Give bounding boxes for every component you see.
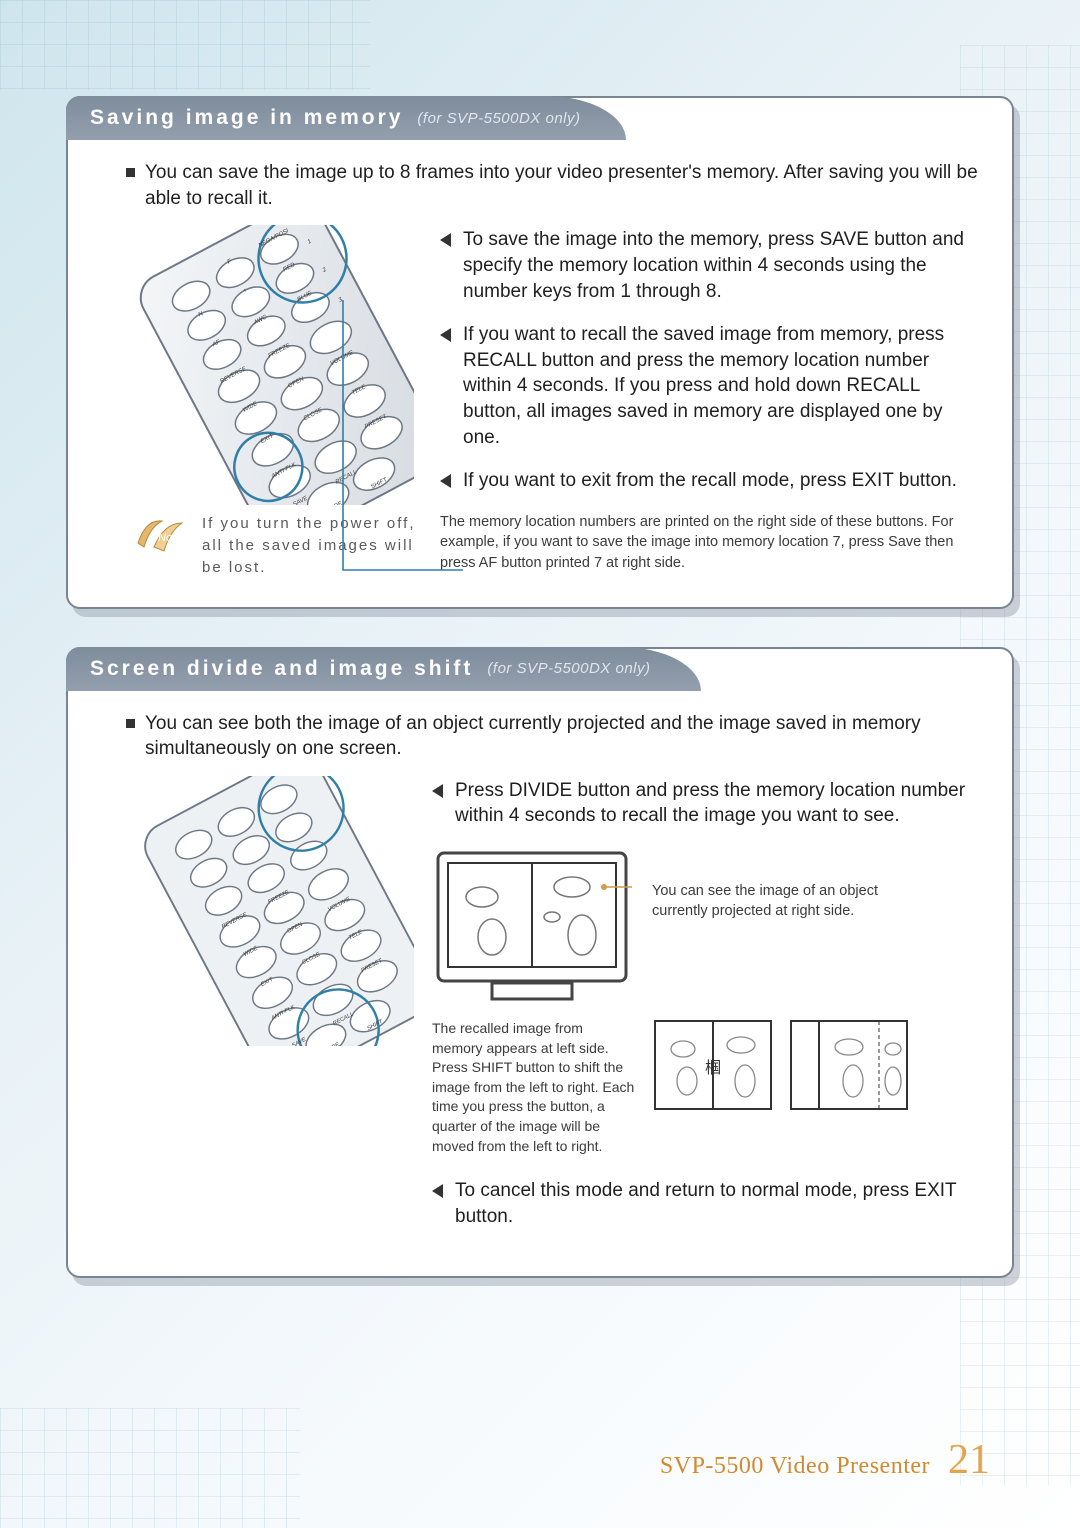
monitor-row: You can see the image of an object curre… — [432, 847, 984, 1007]
section1-smallnote: The memory location numbers are printed … — [440, 512, 984, 573]
note-icon: Note — [136, 513, 190, 555]
section2-intro-row: You can see both the image of an object … — [96, 705, 984, 776]
svg-text:椢: 椢 — [705, 1059, 721, 1077]
shift-text: The recalled image from memory appears a… — [432, 1019, 637, 1156]
note-text: If you turn the power off, all the saved… — [202, 513, 422, 578]
panel-screen-divide: Screen divide and image shift (for SVP-5… — [66, 647, 1014, 1278]
svg-text:Note: Note — [158, 532, 181, 544]
note-row: Note If you turn the power off, all the … — [114, 513, 422, 578]
page-footer: SVP-5500 Video Presenter 21 — [660, 1436, 990, 1484]
panel2-inner: You can see both the image of an object … — [68, 649, 1012, 1276]
shift-thumb-2 — [789, 1019, 909, 1111]
section1-b3: If you want to exit from the recall mode… — [463, 468, 957, 494]
remote-illustration-2: REVERSEFREEZE WIDEOPENVOLUME CLOSETELEEX… — [114, 776, 414, 1046]
section1-title: Saving image in memory — [90, 106, 403, 130]
panel-saving-image: Saving image in memory (for SVP-5500DX o… — [66, 96, 1014, 609]
triangle-bullet-icon — [440, 474, 451, 488]
decor-grid-bottom-left — [0, 1408, 300, 1528]
square-bullet-icon — [126, 168, 135, 177]
section2-b2: To cancel this mode and return to normal… — [455, 1178, 976, 1229]
section1-intro: You can save the image up to 8 frames in… — [145, 160, 978, 211]
section2-columns: REVERSEFREEZE WIDEOPENVOLUME CLOSETELEEX… — [96, 776, 984, 1248]
monitor-caption: You can see the image of an object curre… — [652, 847, 892, 922]
shift-thumb-1: 椢 — [653, 1019, 773, 1111]
section2-b1: Press DIVIDE button and press the memory… — [455, 778, 976, 829]
section2-rightcol: Press DIVIDE button and press the memory… — [432, 776, 984, 1248]
square-bullet-icon — [126, 719, 135, 728]
triangle-bullet-icon — [440, 233, 451, 247]
triangle-bullet-icon — [432, 1184, 443, 1198]
remote-illustration-1: F N NEGA/POSI + RED AF AWC BLUE REVERSE — [114, 225, 414, 505]
footer-page-number: 21 — [948, 1436, 990, 1484]
section2-subtitle: (for SVP-5500DX only) — [487, 660, 650, 677]
decor-grid-top-left — [0, 0, 370, 90]
section1-titleband: Saving image in memory (for SVP-5500DX o… — [66, 96, 626, 140]
section2-intro: You can see both the image of an object … — [145, 711, 978, 762]
content-sheet: Saving image in memory (for SVP-5500DX o… — [66, 96, 1014, 1316]
section2-titleband: Screen divide and image shift (for SVP-5… — [66, 647, 701, 691]
section1-b2: If you want to recall the saved image fr… — [463, 322, 976, 450]
section1-b1: To save the image into the memory, press… — [463, 227, 976, 304]
page: Saving image in memory (for SVP-5500DX o… — [0, 0, 1080, 1528]
section1-subtitle: (for SVP-5500DX only) — [417, 110, 580, 127]
section1-intro-row: You can save the image up to 8 frames in… — [96, 154, 984, 225]
triangle-bullet-icon — [432, 784, 443, 798]
footer-product: SVP-5500 Video Presenter — [660, 1453, 930, 1480]
monitor-illustration — [432, 847, 632, 1007]
section2-title: Screen divide and image shift — [90, 657, 473, 681]
section1-rightcol: To save the image into the memory, press… — [440, 225, 984, 578]
section1-columns: F N NEGA/POSI + RED AF AWC BLUE REVERSE — [96, 225, 984, 578]
triangle-bullet-icon — [440, 328, 451, 342]
shift-row: The recalled image from memory appears a… — [432, 1019, 984, 1156]
panel1-inner: You can save the image up to 8 frames in… — [68, 98, 1012, 607]
